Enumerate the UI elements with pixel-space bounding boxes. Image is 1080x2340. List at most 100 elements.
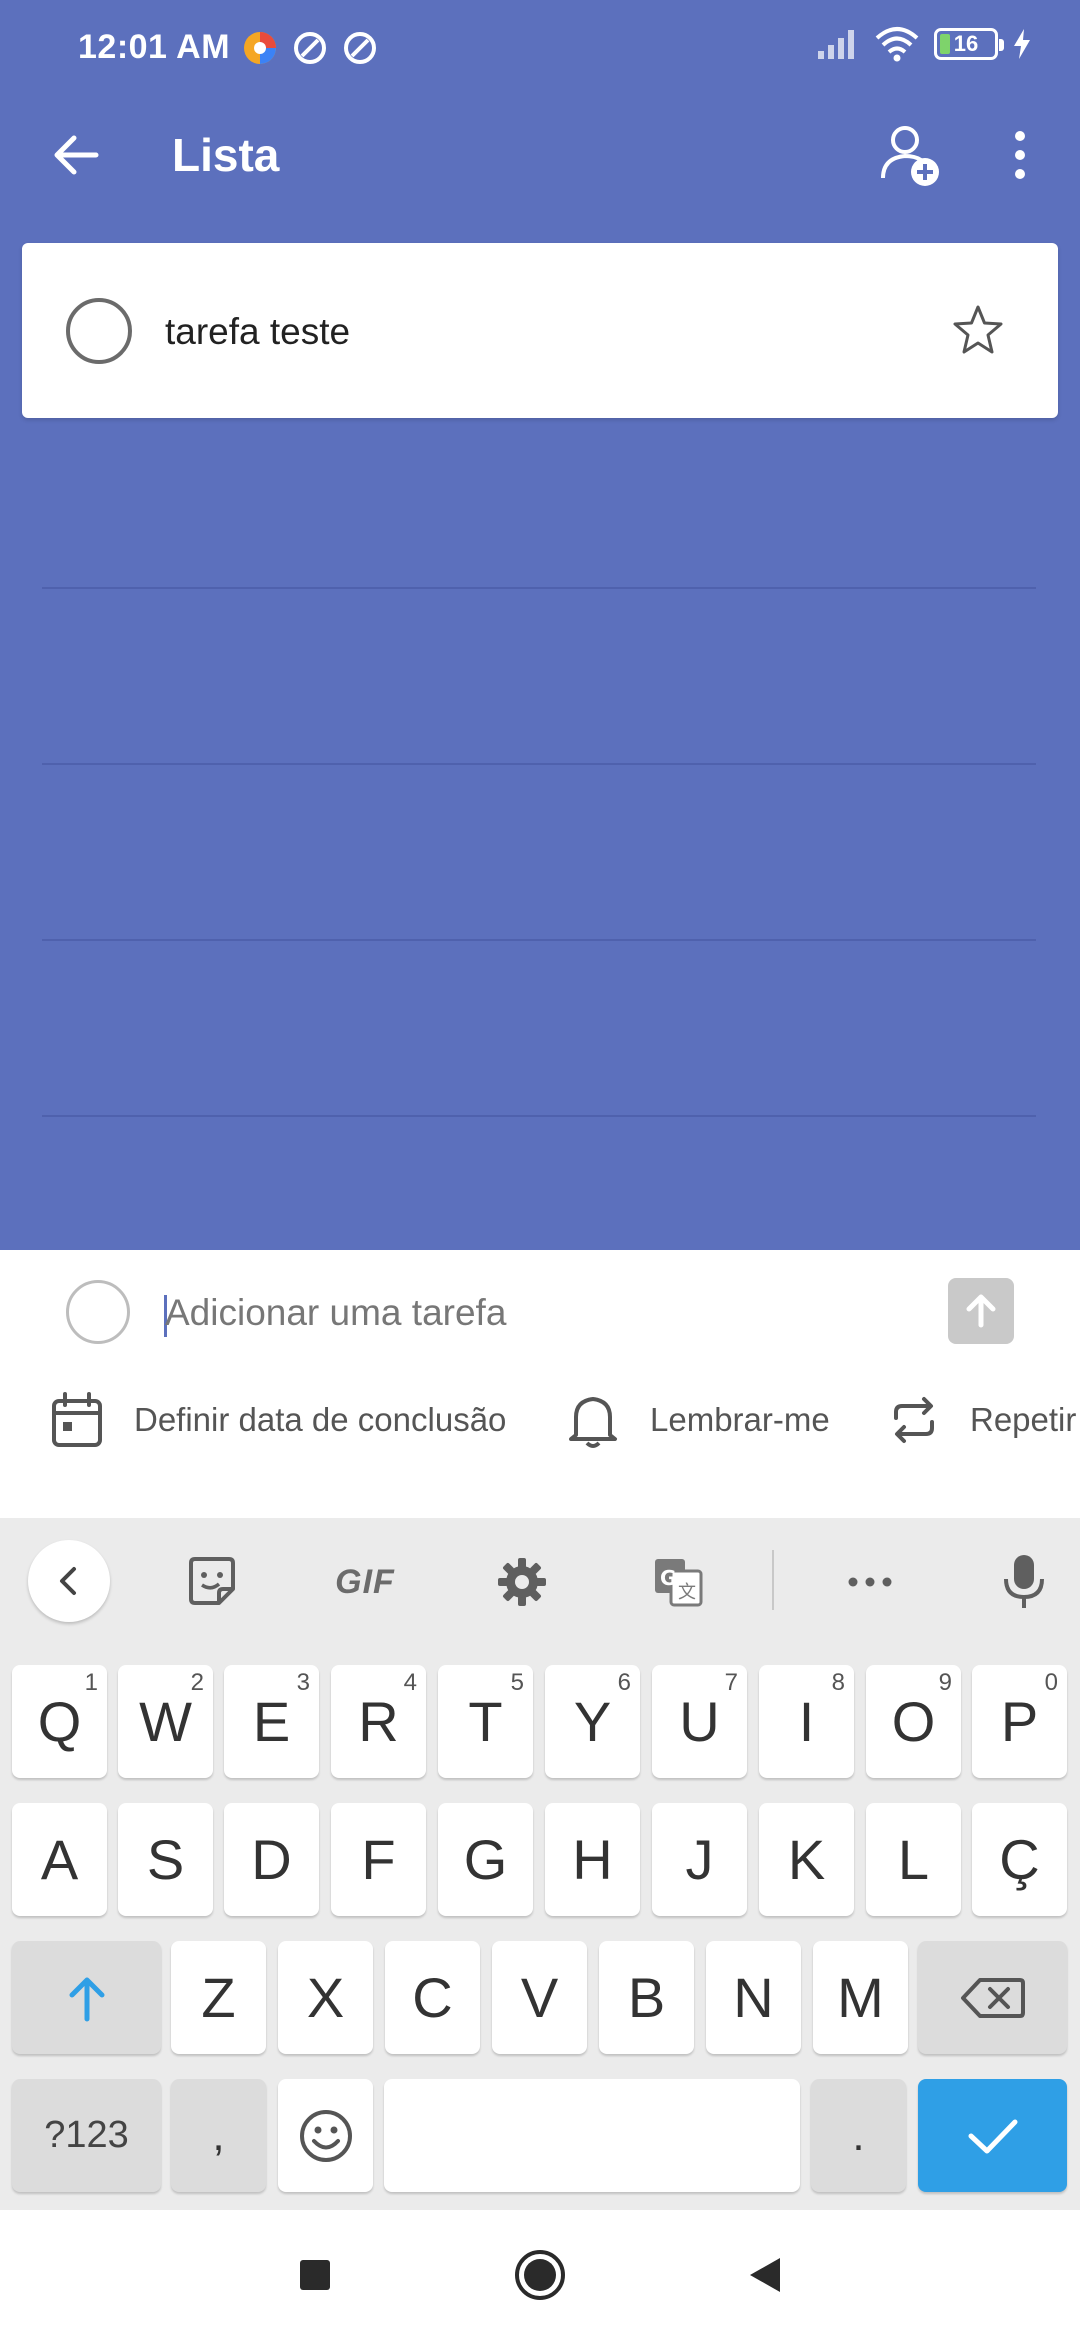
key-q[interactable]: Q1: [12, 1665, 107, 1778]
sync-icon: [294, 32, 326, 64]
soft-keyboard: GIF G 文 Q 1 W 2 E 3 R 4 T 5 Y 6 U 7 I 8 …: [0, 1518, 1080, 2210]
svg-text:文: 文: [678, 1582, 696, 1603]
gif-button[interactable]: GIF: [330, 1552, 400, 1612]
enter-done-key[interactable]: [918, 2079, 1067, 2192]
key-v[interactable]: V: [492, 1941, 587, 2054]
back-button[interactable]: [730, 2240, 800, 2310]
home-button[interactable]: [505, 2240, 575, 2310]
space-key[interactable]: [384, 2079, 800, 2192]
shift-key[interactable]: [12, 1941, 161, 2054]
repeat-label: Repetir: [970, 1401, 1077, 1438]
due-date-option[interactable]: Definir data de conclusão: [50, 1390, 506, 1450]
key-s[interactable]: S: [118, 1803, 213, 1916]
browser-app-icon: [244, 32, 276, 64]
new-task-checkbox: [66, 1280, 130, 1344]
chevron-left-icon: [60, 1567, 76, 1595]
symbols-key[interactable]: ?123: [12, 2079, 161, 2192]
wifi-icon: [875, 27, 919, 62]
sticker-button[interactable]: [180, 1552, 244, 1612]
translate-icon: G 文: [655, 1559, 703, 1607]
add-task-input[interactable]: Adicionar uma tarefa: [165, 1292, 506, 1334]
key-i[interactable]: I8: [759, 1665, 854, 1778]
comma-key[interactable]: ,: [171, 2079, 266, 2192]
notification-icons: [240, 28, 380, 68]
checkmark-icon: [968, 2119, 1017, 2153]
page-title: Lista: [172, 129, 280, 181]
arrow-up-icon: [966, 1294, 996, 1328]
app-bar: Lista: [0, 100, 1080, 210]
key-h[interactable]: H: [545, 1803, 640, 1916]
square-icon: [300, 2260, 330, 2290]
key-u[interactable]: U7: [652, 1665, 747, 1778]
microphone-icon: [1004, 1555, 1044, 1608]
settings-button[interactable]: [492, 1552, 552, 1612]
key-b[interactable]: B: [599, 1941, 694, 2054]
key-c-cedilla[interactable]: Ç: [972, 1803, 1067, 1916]
key-c[interactable]: C: [385, 1941, 480, 2054]
battery-level: 16: [953, 31, 979, 56]
star-icon[interactable]: [948, 301, 1008, 361]
key-x[interactable]: X: [278, 1941, 373, 2054]
key-g[interactable]: G: [438, 1803, 533, 1916]
key-l[interactable]: L: [866, 1803, 961, 1916]
emoji-icon: [299, 2109, 352, 2162]
key-j[interactable]: J: [652, 1803, 747, 1916]
key-t[interactable]: T5: [438, 1665, 533, 1778]
back-triangle-icon: [750, 2258, 780, 2292]
task-item[interactable]: tarefa teste: [22, 243, 1058, 418]
bell-icon: [569, 1397, 617, 1448]
repeat-option[interactable]: Repetir: [888, 1390, 1076, 1450]
list-divider: [42, 763, 1036, 765]
key-a[interactable]: A: [12, 1803, 107, 1916]
key-d[interactable]: D: [224, 1803, 319, 1916]
signal-icon: [818, 30, 854, 59]
key-m[interactable]: M: [813, 1941, 908, 2054]
key-y[interactable]: Y6: [545, 1665, 640, 1778]
list-divider: [42, 1115, 1036, 1117]
list-divider: [42, 587, 1036, 589]
task-complete-checkbox[interactable]: [66, 298, 132, 364]
key-w[interactable]: W2: [118, 1665, 213, 1778]
key-n[interactable]: N: [706, 1941, 801, 2054]
backspace-icon: [960, 1977, 1025, 2018]
key-e[interactable]: E3: [224, 1665, 319, 1778]
more-options-button[interactable]: [840, 1552, 900, 1612]
key-z[interactable]: Z: [171, 1941, 266, 2054]
status-time: 12:01 AM: [78, 28, 231, 66]
key-o[interactable]: O9: [866, 1665, 961, 1778]
keyboard-toolbar: GIF G 文: [0, 1518, 1080, 1638]
shift-arrow-icon: [69, 1977, 104, 2021]
key-r[interactable]: R4: [331, 1665, 426, 1778]
charging-bolt-icon: [1014, 29, 1030, 59]
translate-button[interactable]: G 文: [648, 1552, 708, 1612]
system-icons: 16: [816, 26, 1032, 62]
sticker-icon: [189, 1557, 235, 1605]
more-vert-icon[interactable]: [1000, 120, 1040, 190]
back-arrow-icon[interactable]: [44, 122, 110, 188]
add-person-icon[interactable]: [875, 120, 945, 190]
period-key[interactable]: .: [811, 2079, 906, 2192]
key-f[interactable]: F: [331, 1803, 426, 1916]
key-k[interactable]: K: [759, 1803, 854, 1916]
more-horiz-icon: [848, 1577, 892, 1587]
toolbar-divider: [772, 1550, 774, 1610]
reminder-label: Lembrar-me: [650, 1401, 830, 1438]
repeat-icon: [894, 1397, 934, 1443]
collapse-toolbar-button[interactable]: [28, 1540, 110, 1622]
voice-input-button[interactable]: [996, 1552, 1052, 1612]
add-task-panel: Adicionar uma tarefa Definir data de con…: [0, 1250, 1080, 1518]
calendar-icon: [52, 1392, 102, 1447]
gear-icon: [498, 1558, 546, 1606]
list-divider: [42, 939, 1036, 941]
backspace-key[interactable]: [918, 1941, 1067, 2054]
svg-text:G: G: [660, 1566, 676, 1590]
recents-button[interactable]: [280, 2240, 350, 2310]
emoji-key[interactable]: [278, 2079, 373, 2192]
system-nav-bar: [0, 2210, 1080, 2340]
due-date-label: Definir data de conclusão: [134, 1401, 507, 1438]
reminder-option[interactable]: Lembrar-me: [566, 1390, 830, 1450]
task-title: tarefa teste: [165, 311, 351, 352]
submit-task-button[interactable]: [948, 1278, 1014, 1344]
home-circle-icon: [515, 2250, 565, 2300]
key-p[interactable]: P0: [972, 1665, 1067, 1778]
